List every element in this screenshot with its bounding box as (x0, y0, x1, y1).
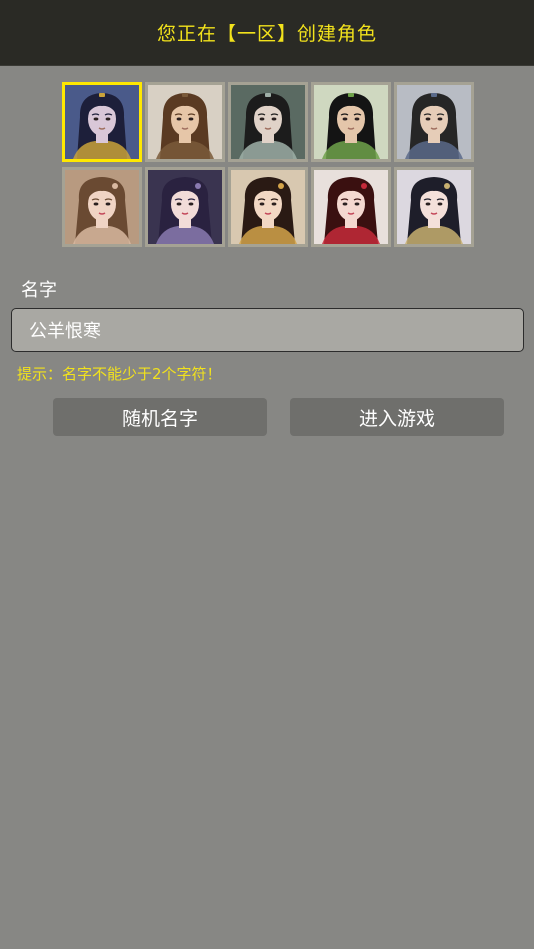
avatar-female-3[interactable] (228, 167, 308, 247)
portrait-female-icon (397, 170, 471, 244)
character-portrait-grid (62, 82, 474, 247)
portrait-female-icon (65, 170, 139, 244)
portrait-female-icon (314, 170, 388, 244)
portrait-male-icon (65, 85, 139, 159)
portrait-male-icon (231, 85, 305, 159)
name-label: 名字 (21, 280, 57, 301)
page-title: 您正在【一区】创建角色 (156, 23, 377, 45)
name-hint-text: 提示：名字不能少于2个字符！ (17, 365, 222, 383)
avatar-female-4[interactable] (311, 167, 391, 247)
portrait-male-icon (148, 85, 222, 159)
avatar-female-1[interactable] (62, 167, 142, 247)
portrait-male-icon (314, 85, 388, 159)
random-name-button[interactable]: 随机名字 (53, 398, 267, 436)
enter-game-button[interactable]: 进入游戏 (290, 398, 504, 436)
avatar-male-3[interactable] (228, 82, 308, 162)
avatar-female-5[interactable] (394, 167, 474, 247)
avatar-female-2[interactable] (145, 167, 225, 247)
avatar-male-5[interactable] (394, 82, 474, 162)
avatar-male-1[interactable] (62, 82, 142, 162)
character-name-input[interactable] (11, 308, 524, 352)
avatar-male-2[interactable] (145, 82, 225, 162)
portrait-female-icon (148, 170, 222, 244)
portrait-male-icon (397, 85, 471, 159)
avatar-male-4[interactable] (311, 82, 391, 162)
header-bar: 您正在【一区】创建角色 (0, 0, 534, 66)
portrait-female-icon (231, 170, 305, 244)
